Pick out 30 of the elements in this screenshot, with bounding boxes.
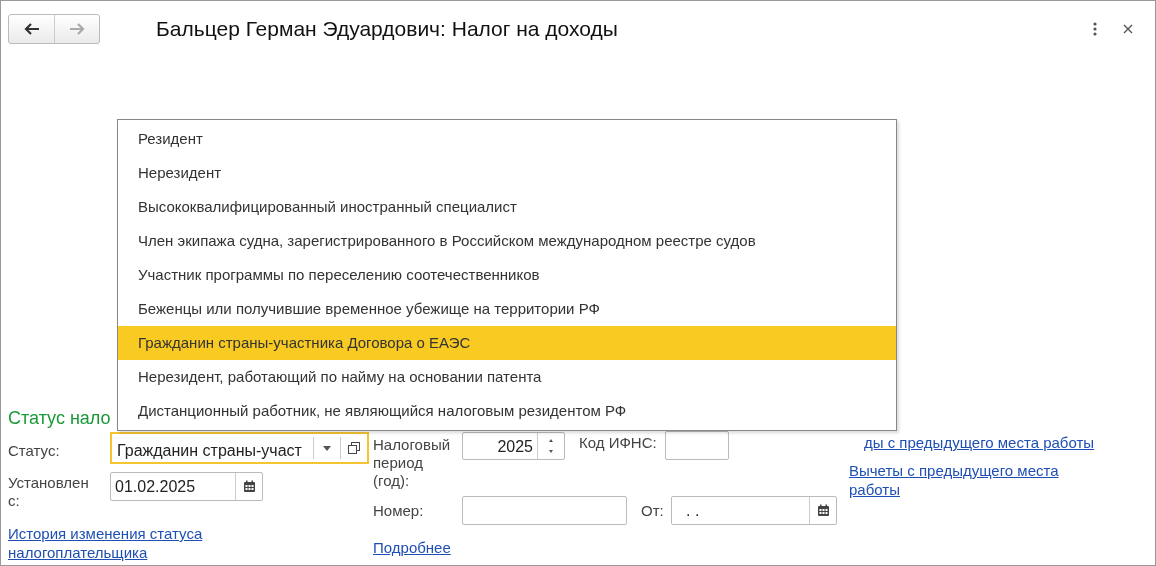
dropdown-option[interactable]: Резидент	[118, 122, 896, 156]
field-label: От:	[641, 501, 665, 520]
details-link[interactable]: Подробнее	[373, 538, 451, 557]
dropdown-option[interactable]: Дистанционный работник, не являющийся налоговым резидентом РФ	[118, 394, 896, 428]
close-icon	[1123, 24, 1133, 34]
section-heading: Статус нало	[8, 408, 111, 430]
left-arrow-icon	[23, 23, 40, 35]
dropdown-option[interactable]: Гражданин страны-участника Договора о ЕАЭС	[118, 326, 896, 360]
date-field[interactable]: . .	[671, 496, 837, 525]
more-icon	[1093, 22, 1097, 36]
dropdown-option[interactable]: Член экипажа судна, зарегистрированного в Российском международном реестре судов	[118, 224, 896, 258]
year-spinner[interactable]: 2025	[462, 432, 565, 460]
dropdown-option[interactable]: Высококвалифицированный иностранный специалист	[118, 190, 896, 224]
number-field[interactable]	[462, 496, 627, 525]
previous-job-link[interactable]: ды с предыдущего места работы	[849, 433, 1095, 452]
dropdown-option[interactable]: Нерезидент, работающий по найму на основании патента	[118, 360, 896, 394]
dropdown-option[interactable]: Беженцы или получившие временное убежище на территории РФ	[118, 292, 896, 326]
dropdown-option[interactable]: Участник программы по переселению соотечественников	[118, 258, 896, 292]
date-field[interactable]: 01.02.2025	[110, 472, 263, 501]
field-label: Статус:	[8, 441, 61, 460]
right-arrow-icon	[69, 23, 85, 35]
field-label: Установлен с:	[8, 473, 90, 510]
dropdown-option[interactable]: Нерезидент	[118, 156, 896, 190]
field-label: Код ИФНС:	[579, 433, 657, 452]
field-label: Номер:	[373, 501, 425, 520]
ifns-code-field[interactable]	[664, 431, 729, 460]
field-label: Налоговый период (год):	[373, 435, 452, 490]
window-title: Бальцер Герман Эдуардович: Налог на доходы	[156, 17, 619, 41]
history-link[interactable]: История изменения статуса налогоплательщика	[8, 524, 248, 562]
previous-job-link[interactable]: Вычеты с предыдущего места работы	[849, 461, 1089, 499]
